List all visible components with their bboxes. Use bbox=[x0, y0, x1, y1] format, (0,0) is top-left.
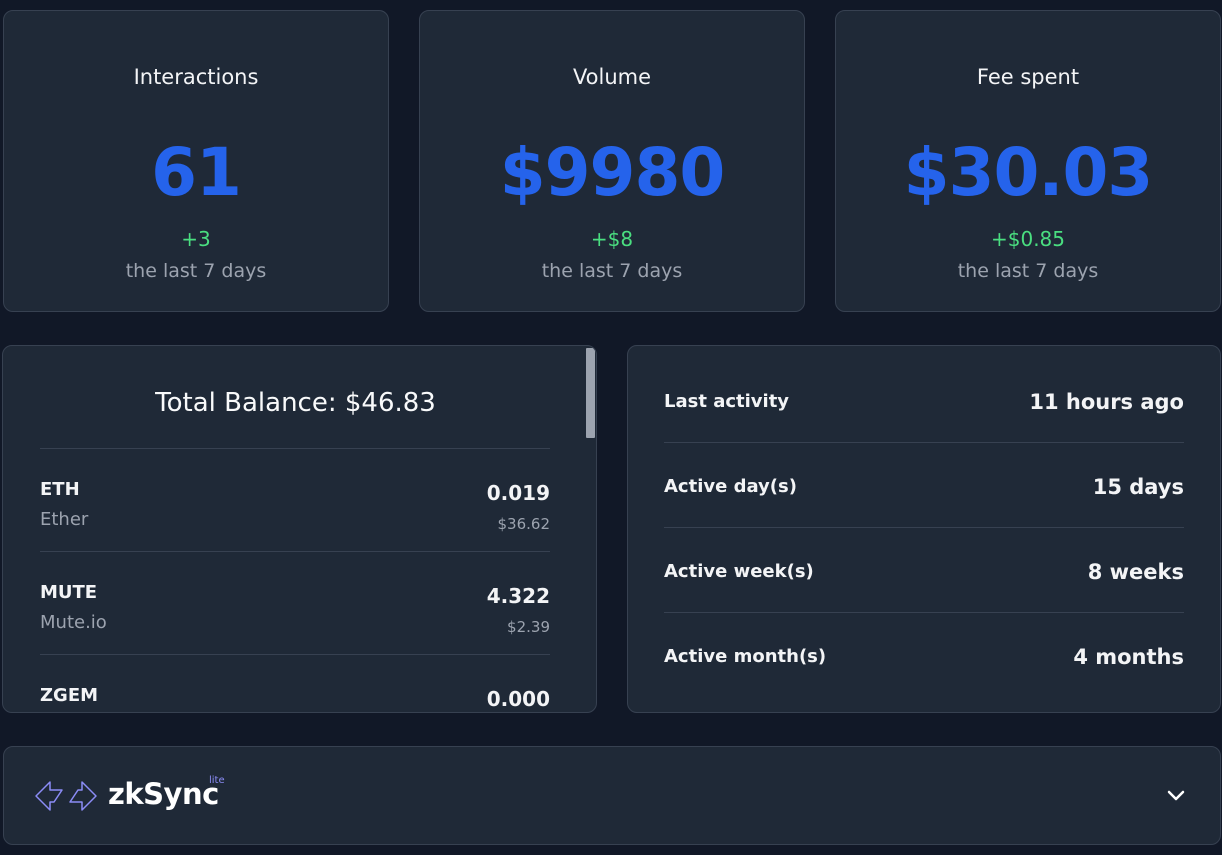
stat-title: Fee spent bbox=[976, 65, 1080, 89]
activity-label: Active week(s) bbox=[664, 561, 814, 582]
token-symbol: MUTE bbox=[40, 582, 98, 603]
activity-value: 8 weeks bbox=[1087, 560, 1184, 584]
divider bbox=[40, 654, 550, 655]
token-row: ZGEM 0.000 bbox=[40, 685, 550, 712]
divider bbox=[40, 551, 550, 552]
stat-value: 61 bbox=[151, 134, 242, 211]
token-name: Ether bbox=[40, 509, 89, 530]
token-usd-value: $36.62 bbox=[497, 515, 551, 533]
activity-value: 15 days bbox=[1092, 475, 1184, 499]
stat-change: +3 bbox=[181, 227, 211, 251]
activity-row: Active month(s) 4 months bbox=[664, 645, 1184, 731]
stat-value: $9980 bbox=[499, 134, 726, 211]
stat-title: Interactions bbox=[133, 65, 259, 89]
token-row: MUTE Mute.io 4.322 $2.39 bbox=[40, 582, 550, 682]
stat-card-fee-spent: Fee spent $30.03 +$0.85 the last 7 days bbox=[835, 10, 1221, 312]
token-amount: 0.000 bbox=[486, 687, 550, 711]
stat-period: the last 7 days bbox=[125, 260, 267, 282]
activity-value: 4 months bbox=[1073, 645, 1184, 669]
token-amount: 0.019 bbox=[486, 481, 550, 505]
token-symbol: ZGEM bbox=[40, 685, 99, 706]
token-name: Mute.io bbox=[40, 612, 107, 633]
total-balance-title: Total Balance: $46.83 bbox=[155, 388, 436, 418]
zksync-lite-section[interactable]: zkSync lite bbox=[3, 746, 1221, 845]
scrollbar-thumb[interactable] bbox=[586, 348, 595, 438]
divider bbox=[664, 442, 1184, 443]
brand-name: zkSync bbox=[108, 777, 219, 811]
stat-period: the last 7 days bbox=[541, 260, 683, 282]
balance-scrollbar[interactable] bbox=[584, 346, 596, 712]
chevron-down-icon[interactable] bbox=[1164, 783, 1188, 807]
token-symbol: ETH bbox=[40, 479, 80, 500]
activity-row: Last activity 11 hours ago bbox=[664, 390, 1184, 476]
zksync-arrows-icon bbox=[35, 781, 97, 811]
stat-card-volume: Volume $9980 +$8 the last 7 days bbox=[419, 10, 805, 312]
divider bbox=[40, 448, 550, 449]
token-row: ETH Ether 0.019 $36.62 bbox=[40, 479, 550, 579]
activity-label: Active day(s) bbox=[664, 476, 797, 497]
stat-period: the last 7 days bbox=[957, 260, 1099, 282]
divider bbox=[664, 612, 1184, 613]
stat-change: +$8 bbox=[590, 227, 634, 251]
activity-label: Last activity bbox=[664, 391, 790, 412]
token-amount: 4.322 bbox=[486, 584, 550, 608]
activity-value: 11 hours ago bbox=[1029, 390, 1184, 414]
token-usd-value: $2.39 bbox=[507, 618, 550, 636]
activity-row: Active day(s) 15 days bbox=[664, 475, 1184, 561]
stat-title: Volume bbox=[572, 65, 652, 89]
activity-label: Active month(s) bbox=[664, 646, 827, 667]
brand-superscript: lite bbox=[209, 775, 225, 786]
stat-card-interactions: Interactions 61 +3 the last 7 days bbox=[3, 10, 389, 312]
activity-row: Active week(s) 8 weeks bbox=[664, 560, 1184, 646]
stat-change: +$0.85 bbox=[990, 227, 1065, 251]
stat-value: $30.03 bbox=[903, 134, 1154, 211]
divider bbox=[664, 527, 1184, 528]
balance-card: Total Balance: $46.83 ETH Ether 0.019 $3… bbox=[2, 345, 597, 713]
activity-card: Last activity 11 hours ago Active day(s)… bbox=[627, 345, 1221, 713]
